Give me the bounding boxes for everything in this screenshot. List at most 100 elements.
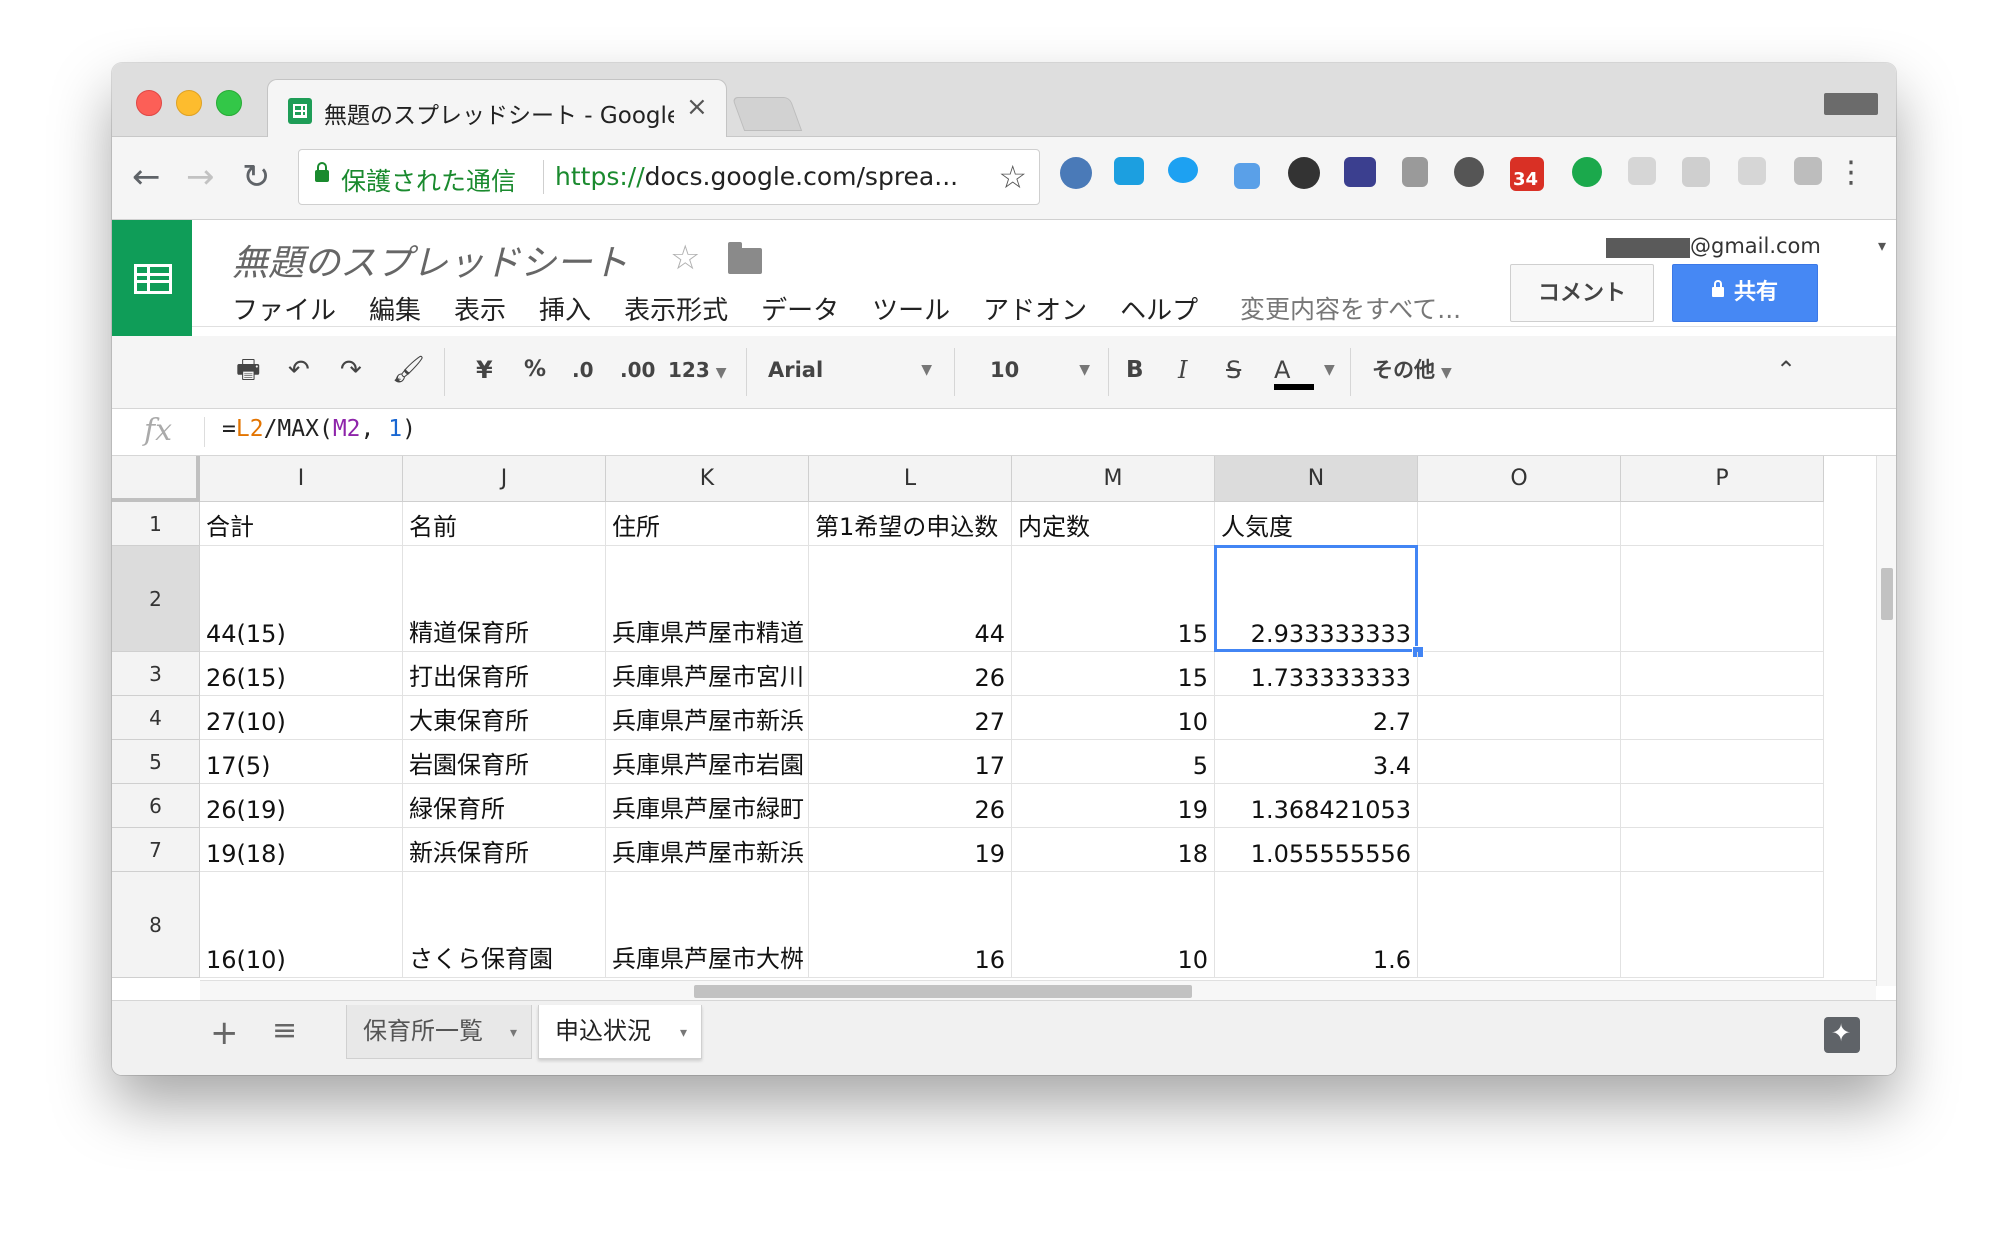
- cell-n4[interactable]: 2.7: [1215, 696, 1418, 740]
- cell-l6[interactable]: 26: [809, 784, 1012, 828]
- vertical-scrollbar[interactable]: [1876, 456, 1896, 986]
- cell-o2[interactable]: [1418, 546, 1621, 652]
- address-bar[interactable]: 保護された通信 https://docs.google.com/sprea...…: [298, 149, 1040, 205]
- vertical-scroll-thumb[interactable]: [1881, 568, 1893, 620]
- cell-m1[interactable]: 内定数: [1012, 502, 1215, 546]
- sheet-tab-hoikusho-list[interactable]: 保育所一覧 ▾: [346, 1005, 532, 1059]
- cell-p8[interactable]: [1621, 872, 1824, 978]
- speed-extension-icon[interactable]: [1344, 157, 1376, 187]
- cell-l8[interactable]: 16: [809, 872, 1012, 978]
- column-header-p[interactable]: P: [1621, 456, 1824, 502]
- browser-menu-icon[interactable]: ⋮: [1836, 153, 1866, 193]
- sheets-logo[interactable]: [112, 220, 192, 338]
- cell-i7[interactable]: 19(18): [200, 828, 403, 872]
- row-header-4[interactable]: 4: [112, 696, 200, 740]
- spreadsheet-grid[interactable]: I J K L M N O P 1 合計 名前 住所 第1希望の申込数 内定数 人気度 2 44(15) 精道保育…: [112, 456, 1876, 986]
- cell-l1[interactable]: 第1希望の申込数: [809, 502, 1012, 546]
- menu-file[interactable]: ファイル: [232, 290, 336, 327]
- close-window-button[interactable]: [136, 90, 162, 116]
- cell-m8[interactable]: 10: [1012, 872, 1215, 978]
- cell-n6[interactable]: 1.368421053: [1215, 784, 1418, 828]
- cell-m3[interactable]: 15: [1012, 652, 1215, 696]
- row-header-1[interactable]: 1: [112, 502, 200, 546]
- cell-j1[interactable]: 名前: [403, 502, 606, 546]
- bookmark-extension-icon[interactable]: [1114, 157, 1144, 185]
- italic-button[interactable]: I: [1178, 350, 1187, 390]
- sheet-tab-moushikomi[interactable]: 申込状況 ▾: [538, 1005, 702, 1059]
- cell-l2[interactable]: 44: [809, 546, 1012, 652]
- cell-j3[interactable]: 打出保育所: [403, 652, 606, 696]
- cell-o5[interactable]: [1418, 740, 1621, 784]
- id-extension-icon[interactable]: [1572, 157, 1602, 187]
- cell-o6[interactable]: [1418, 784, 1621, 828]
- cell-i3[interactable]: 26(15): [200, 652, 403, 696]
- cell-p6[interactable]: [1621, 784, 1824, 828]
- cell-o4[interactable]: [1418, 696, 1621, 740]
- undo-icon[interactable]: ↶: [288, 350, 310, 390]
- cell-k3[interactable]: 兵庫県芦屋市宮川: [606, 652, 809, 696]
- font-select[interactable]: Arial ▼: [768, 350, 932, 390]
- text-color-button[interactable]: A ▼: [1274, 350, 1335, 390]
- comment-button[interactable]: コメント: [1510, 264, 1654, 322]
- cell-k5[interactable]: 兵庫県芦屋市岩園: [606, 740, 809, 784]
- gmail-checker-icon[interactable]: 34: [1510, 157, 1544, 191]
- column-header-j[interactable]: J: [403, 456, 606, 502]
- cell-o3[interactable]: [1418, 652, 1621, 696]
- select-all-corner[interactable]: [112, 456, 200, 502]
- formula-input[interactable]: =L2/MAX(M2, 1): [222, 416, 416, 442]
- minimize-window-button[interactable]: [176, 90, 202, 116]
- cell-i8[interactable]: 16(10): [200, 872, 403, 978]
- collapse-toolbar-icon[interactable]: ⌃: [1776, 350, 1796, 390]
- increase-decimal-button[interactable]: .00: [620, 350, 655, 390]
- cell-n5[interactable]: 3.4: [1215, 740, 1418, 784]
- cell-m5[interactable]: 5: [1012, 740, 1215, 784]
- menu-edit[interactable]: 編集: [369, 290, 421, 327]
- forward-arrow-icon[interactable]: →: [186, 157, 215, 197]
- horizontal-scrollbar[interactable]: [200, 980, 1876, 1001]
- cell-m6[interactable]: 19: [1012, 784, 1215, 828]
- profile-button[interactable]: [1824, 93, 1878, 115]
- back-arrow-icon[interactable]: ←: [132, 157, 161, 197]
- cell-i2[interactable]: 44(15): [200, 546, 403, 652]
- menu-format[interactable]: 表示形式: [624, 290, 728, 327]
- rss-icon[interactable]: [1628, 157, 1656, 185]
- cell-i6[interactable]: 26(19): [200, 784, 403, 828]
- column-header-l[interactable]: L: [809, 456, 1012, 502]
- column-header-n[interactable]: N: [1215, 456, 1418, 502]
- cell-p5[interactable]: [1621, 740, 1824, 784]
- horizontal-scroll-thumb[interactable]: [694, 985, 1192, 998]
- column-header-i[interactable]: I: [200, 456, 403, 502]
- print-icon[interactable]: 🖶: [236, 350, 261, 390]
- cell-o1[interactable]: [1418, 502, 1621, 546]
- folder-icon[interactable]: [728, 242, 762, 274]
- more-toolbar-button[interactable]: その他 ▼: [1372, 350, 1452, 390]
- decrease-decimal-button[interactable]: .0: [572, 350, 594, 390]
- puzzle-extension-icon[interactable]: [1682, 157, 1710, 187]
- row-header-6[interactable]: 6: [112, 784, 200, 828]
- maximize-window-button[interactable]: [216, 90, 242, 116]
- bold-button[interactable]: B: [1126, 350, 1144, 390]
- browser-tab-sheets[interactable]: 無題のスプレッドシート - Google ×: [267, 79, 727, 138]
- menu-help[interactable]: ヘルプ: [1120, 290, 1198, 327]
- cell-o7[interactable]: [1418, 828, 1621, 872]
- sync-extension-icon[interactable]: [1454, 157, 1484, 187]
- reload-icon[interactable]: ↻: [242, 157, 271, 197]
- star-icon[interactable]: ☆: [670, 238, 700, 278]
- cell-l4[interactable]: 27: [809, 696, 1012, 740]
- cell-n3[interactable]: 1.733333333: [1215, 652, 1418, 696]
- cell-k8[interactable]: 兵庫県芦屋市大桝: [606, 872, 809, 978]
- column-header-m[interactable]: M: [1012, 456, 1215, 502]
- cell-k6[interactable]: 兵庫県芦屋市緑町: [606, 784, 809, 828]
- column-header-k[interactable]: K: [606, 456, 809, 502]
- percent-button[interactable]: %: [524, 350, 546, 390]
- menu-tools[interactable]: ツール: [872, 290, 950, 327]
- menu-data[interactable]: データ: [761, 290, 839, 327]
- evernote-extension-icon[interactable]: [1794, 157, 1822, 185]
- add-sheet-button[interactable]: +: [210, 1013, 239, 1053]
- share-button[interactable]: 共有: [1672, 264, 1818, 322]
- settings-gear-extension-icon[interactable]: [1060, 157, 1092, 189]
- cell-i1[interactable]: 合計: [200, 502, 403, 546]
- web-clip-icon[interactable]: [1402, 157, 1428, 187]
- cell-j4[interactable]: 大東保育所: [403, 696, 606, 740]
- new-tab-button[interactable]: [731, 97, 803, 131]
